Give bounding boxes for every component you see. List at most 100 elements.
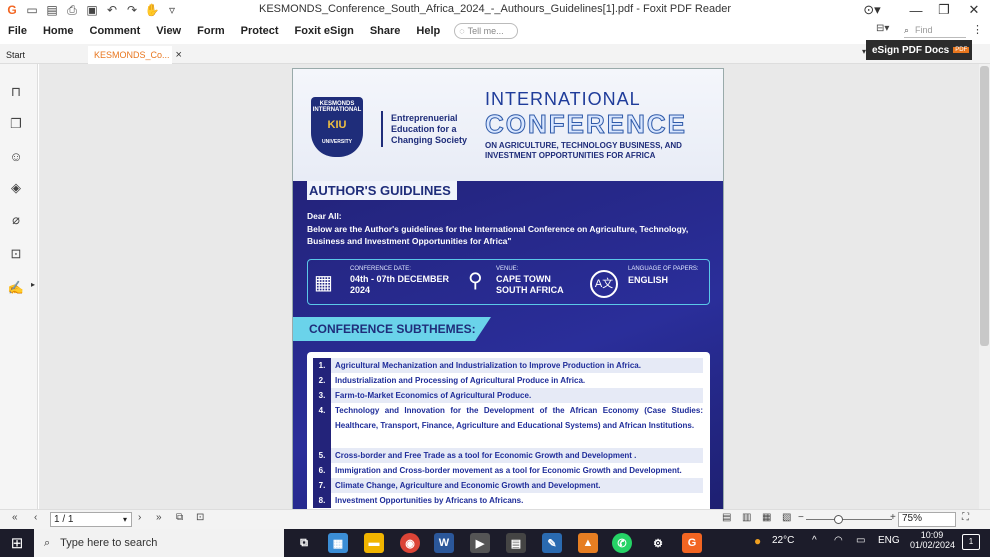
list-item: 4. Technology and Innovation for the Deve… (313, 403, 703, 448)
vlc-icon[interactable]: ▲ (578, 533, 598, 553)
bookmark-icon[interactable]: ⊓ (8, 84, 24, 100)
menu-help[interactable]: Help (408, 25, 448, 37)
whatsapp-icon[interactable]: ✆ (612, 533, 632, 553)
location-icon: ⚲ (468, 270, 483, 292)
pages-icon[interactable]: ❐ (8, 116, 24, 132)
menu-protect[interactable]: Protect (233, 25, 287, 37)
redo-icon[interactable]: ↷ (124, 2, 140, 18)
attachment-icon[interactable]: ⌀ (8, 212, 24, 228)
new-icon[interactable]: ▣ (84, 2, 100, 18)
open-icon[interactable]: ▭ (24, 2, 40, 18)
foxit-app-icon[interactable]: G (682, 533, 702, 553)
zoom-slider-track[interactable] (806, 519, 892, 520)
list-item: 8. Investment Opportunities by Africans t… (313, 493, 703, 508)
scroll-thumb[interactable] (980, 66, 989, 346)
tab-start[interactable]: Start (0, 46, 86, 64)
salutation: Dear All: (307, 211, 342, 221)
file-explorer-icon[interactable]: ▬ (364, 533, 384, 553)
menu-home[interactable]: Home (35, 25, 82, 37)
prev-page-icon[interactable]: ‹ (34, 512, 37, 523)
list-item: 6. Immigration and Cross-border movement … (313, 463, 703, 478)
menu-file[interactable]: File (0, 25, 35, 37)
calendar-icon: ▦ (314, 272, 333, 294)
page-number-input[interactable]: 1 / 1 ▾ (50, 512, 132, 527)
cover-icon[interactable]: ▧ (782, 512, 791, 523)
tagline: Entreprenuerial Education for a Changing… (391, 113, 468, 145)
tab-bar: Start KESMONDS_Co... × (0, 44, 990, 64)
intro-text: Below are the Author's guidelines for th… (307, 224, 689, 246)
wifi-icon[interactable]: ◠ (834, 535, 843, 546)
save-icon[interactable]: ▤ (44, 2, 60, 18)
zoom-out-button[interactable]: − (798, 512, 804, 523)
settings-icon[interactable]: ⚙ (648, 533, 668, 553)
title-bar: G ▭ ▤ ⎙ ▣ ↶ ↷ ✋ ▿ KESMONDS_Conference_So… (0, 0, 990, 20)
conference-info-box: ▦ CONFERENCE DATE: 04th - 07th DECEMBER … (307, 259, 710, 305)
customize-icon[interactable]: ▿ (164, 2, 180, 18)
lightbulb-icon: ◌ (459, 26, 465, 36)
foxit-logo-icon: G (7, 3, 17, 17)
menu-share[interactable]: Share (362, 25, 409, 37)
search-icon: ⌕ (44, 536, 51, 549)
tell-me-input[interactable]: ◌ Tell me... (454, 23, 519, 39)
zoom-in-button[interactable]: + (890, 512, 896, 523)
expand-panel-icon[interactable]: ▸ (31, 280, 35, 289)
chrome-icon[interactable]: ◉ (400, 533, 420, 553)
media-player-icon[interactable]: ▶ (470, 533, 490, 553)
windows-start-icon[interactable]: ⊞ (0, 529, 34, 557)
extract-page-icon[interactable]: ⧉ (176, 512, 183, 523)
calculator-icon[interactable]: ▤ (506, 533, 526, 553)
conference-heading: CONFERENCE (484, 109, 688, 140)
word-icon[interactable]: W (434, 533, 454, 553)
zoom-slider-handle[interactable] (834, 515, 843, 524)
menu-foxit-esign[interactable]: Foxit eSign (287, 25, 362, 37)
hand-tool-icon[interactable]: ✋ (144, 2, 160, 18)
vertical-scrollbar[interactable] (979, 64, 990, 509)
taskbar-search-input[interactable]: ⌕ Type here to search (34, 529, 284, 557)
list-item: 1. Agricultural Mechanization and Industr… (313, 358, 703, 373)
close-button[interactable]: ✕ (956, 0, 990, 20)
menu-bar: File Home Comment View Form Protect Foxi… (0, 20, 990, 42)
facing-icon[interactable]: ▦ (762, 512, 771, 523)
notification-icon[interactable]: 1 (962, 534, 980, 550)
menu-view[interactable]: View (148, 25, 189, 37)
first-page-icon[interactable]: « (12, 512, 18, 523)
windows-taskbar: ⊞ ⌕ Type here to search ⧉ ▦ ▬ ◉ W ▶ ▤ ✎ … (0, 529, 990, 557)
battery-icon[interactable]: ▭ (856, 535, 865, 546)
subthemes-list: 1. Agricultural Mechanization and Industr… (307, 352, 710, 512)
weather-temp[interactable]: 22°C (772, 535, 794, 546)
view-options-icon[interactable]: ⊟▾ (876, 23, 889, 34)
layers-icon[interactable]: ◈ (8, 180, 24, 196)
account-icon[interactable]: ⊙▾ (854, 0, 890, 20)
fullscreen-icon[interactable]: ⛶ (962, 512, 969, 523)
single-page-icon[interactable]: ▤ (722, 512, 731, 523)
task-view-icon[interactable]: ⧉ (294, 533, 314, 553)
undo-icon[interactable]: ↶ (104, 2, 120, 18)
find-input[interactable]: ⌕ Find (904, 23, 966, 38)
show-hidden-icons[interactable]: ^ (812, 535, 817, 546)
more-icon[interactable]: ⋮ (972, 23, 983, 36)
signature-icon[interactable]: ✍ (8, 280, 24, 296)
esign-banner[interactable]: eSign PDF Docs PDF (866, 40, 972, 60)
comments-icon[interactable]: ☺ (8, 148, 24, 164)
calendar-app-icon[interactable]: ▦ (328, 533, 348, 553)
next-page-icon[interactable]: › (138, 512, 141, 523)
status-bar: « ‹ 1 / 1 ▾ › » ⧉ ⊡ ▤ ▥ ▦ ▧ − + 75% ⛶ (0, 509, 990, 529)
security-icon[interactable]: ⊡ (8, 246, 24, 262)
last-page-icon[interactable]: » (156, 512, 162, 523)
menu-comment[interactable]: Comment (82, 25, 149, 37)
close-tab-icon[interactable]: × (176, 49, 182, 61)
tab-document[interactable]: KESMONDS_Co... × (88, 46, 182, 64)
weather-icon[interactable]: ● (754, 534, 761, 548)
guidelines-heading: AUTHOR'S GUIDLINES (307, 181, 457, 200)
list-item: 3. Farm-to-Market Economics of Agricultur… (313, 388, 703, 403)
clock[interactable]: 10:09 01/02/2024 (910, 530, 955, 550)
pdf-badge: PDF (953, 47, 970, 53)
fit-page-icon[interactable]: ⊡ (196, 512, 204, 523)
language-indicator[interactable]: ENG (878, 535, 900, 546)
zoom-level-select[interactable]: 75% (898, 512, 956, 527)
continuous-icon[interactable]: ▥ (742, 512, 751, 523)
list-item: 2. Industrialization and Processing of Ag… (313, 373, 703, 388)
print-icon[interactable]: ⎙ (64, 2, 80, 18)
notepad-icon[interactable]: ✎ (542, 533, 562, 553)
menu-form[interactable]: Form (189, 25, 233, 37)
